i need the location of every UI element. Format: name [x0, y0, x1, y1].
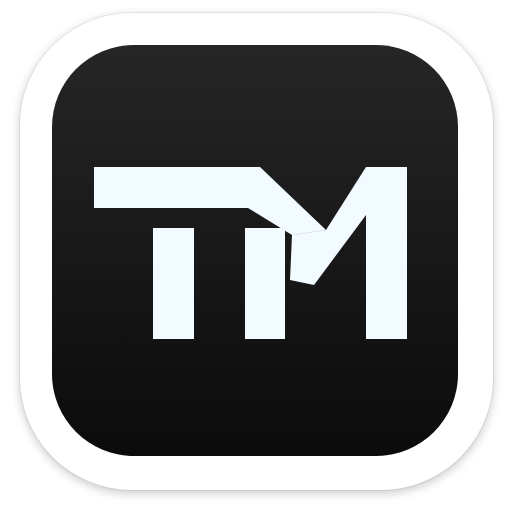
m-right-stem	[366, 167, 407, 339]
m-left-stem	[245, 228, 285, 339]
icon-tile	[52, 45, 458, 456]
t-crossbar	[94, 167, 326, 235]
app-icon	[0, 0, 512, 512]
tm-logo-icon	[94, 167, 407, 339]
t-stem	[153, 228, 194, 339]
